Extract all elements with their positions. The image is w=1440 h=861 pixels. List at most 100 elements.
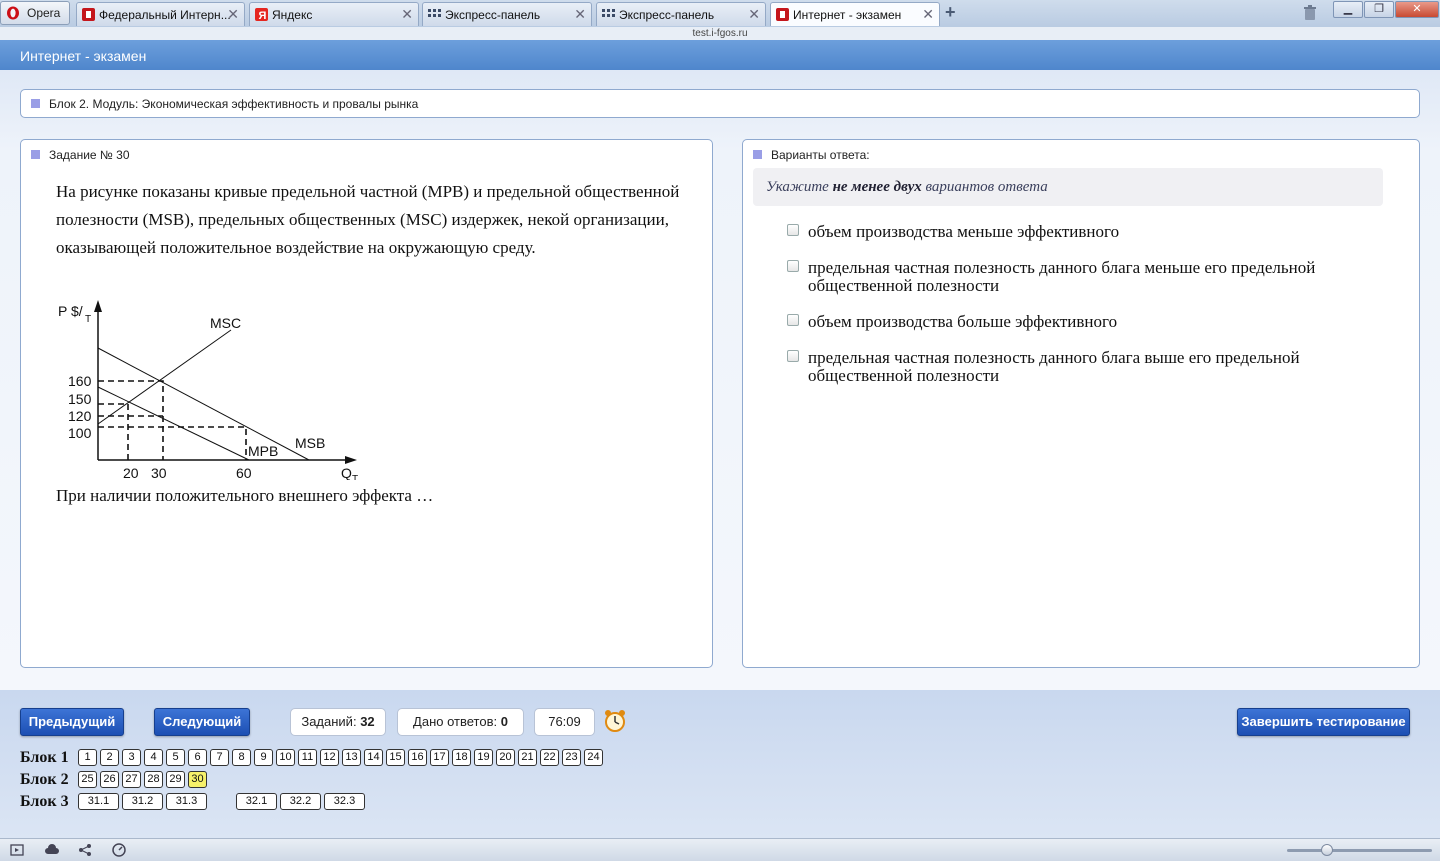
tab-fgos[interactable]: Федеральный Интерн... ✕ <box>76 2 245 26</box>
question-nav-button[interactable]: 17 <box>430 749 449 766</box>
timer: 76:09 <box>534 708 595 736</box>
question-nav-button[interactable]: 18 <box>452 749 471 766</box>
question-nav-button[interactable]: 29 <box>166 771 185 788</box>
close-window-button[interactable]: ✕ <box>1395 1 1439 18</box>
panel-toggle-icon[interactable] <box>10 843 24 857</box>
answered-count: Дано ответов: 0 <box>397 708 524 736</box>
task-label: Задание № 30 <box>31 148 130 162</box>
answers-panel: Варианты ответа: Укажите не менее двух в… <box>742 139 1420 668</box>
answer-option-text[interactable]: объем производства больше эффективного <box>808 313 1368 331</box>
question-nav-button[interactable]: 21 <box>518 749 537 766</box>
question-nav-button[interactable]: 20 <box>496 749 515 766</box>
cloud-icon[interactable] <box>44 843 60 857</box>
tab-yandex[interactable]: Я Яндекс ✕ <box>249 2 419 26</box>
tab-label: Экспресс-панель <box>445 8 541 22</box>
question-nav-button[interactable]: 7 <box>210 749 229 766</box>
page-header: Интернет - экзамен <box>0 40 1440 70</box>
answer-checkbox[interactable] <box>787 224 799 236</box>
question-nav-button[interactable]: 22 <box>540 749 559 766</box>
prev-button[interactable]: Предыдущий <box>20 708 124 736</box>
question-nav-button[interactable]: 32.2 <box>280 793 321 810</box>
close-icon[interactable]: ✕ <box>401 6 413 23</box>
yandex-icon: Я <box>255 8 268 21</box>
svg-text:Я: Я <box>259 10 267 21</box>
bullet-square-icon <box>31 99 40 108</box>
bullet-square-icon <box>753 150 762 159</box>
question-nav-button[interactable]: 2 <box>100 749 119 766</box>
task-panel: Задание № 30 На рисунке показаны кривые … <box>20 139 713 668</box>
bullet-square-icon <box>31 150 40 159</box>
close-icon[interactable]: ✕ <box>227 6 239 23</box>
question-nav-button[interactable]: 31.2 <box>122 793 163 810</box>
question-nav-button[interactable]: 3 <box>122 749 141 766</box>
question-nav-button[interactable]: 4 <box>144 749 163 766</box>
question-nav-button[interactable]: 14 <box>364 749 383 766</box>
block-2-label: Блок 2 <box>20 771 69 788</box>
fgos-icon <box>776 8 789 21</box>
question-nav-button[interactable]: 31.3 <box>166 793 207 810</box>
question-nav-button[interactable]: 23 <box>562 749 581 766</box>
close-icon[interactable]: ✕ <box>748 6 760 23</box>
question-nav-button[interactable]: 24 <box>584 749 603 766</box>
answer-option-text[interactable]: предельная частная полезность данного бл… <box>808 259 1368 295</box>
fgos-icon <box>82 8 95 21</box>
opera-menu-button[interactable]: Opera <box>0 1 70 25</box>
question-nav-button[interactable]: 19 <box>474 749 493 766</box>
question-nav-button[interactable]: 13 <box>342 749 361 766</box>
question-nav-button[interactable]: 1 <box>78 749 97 766</box>
question-nav-button[interactable]: 8 <box>232 749 251 766</box>
answer-option-text[interactable]: объем производства меньше эффективного <box>808 223 1368 241</box>
block-title: Блок 2. Модуль: Экономическая эффективно… <box>31 97 418 111</box>
question-nav-button[interactable]: 32.3 <box>324 793 365 810</box>
question-nav-button[interactable]: 16 <box>408 749 427 766</box>
question-nav-button[interactable]: 32.1 <box>236 793 277 810</box>
question-nav-button[interactable]: 31.1 <box>78 793 119 810</box>
tab-internet-exam[interactable]: Интернет - экзамен ✕ <box>770 2 940 26</box>
speed-dial-icon[interactable] <box>112 843 126 857</box>
answer-checkbox[interactable] <box>787 350 799 362</box>
tab-label: Яндекс <box>272 8 313 22</box>
share-icon[interactable] <box>78 843 92 857</box>
close-icon[interactable]: ✕ <box>922 6 934 23</box>
question-nav-button[interactable]: 27 <box>122 771 141 788</box>
url-display[interactable]: test.i-fgos.ru <box>0 27 1440 40</box>
question-nav-button[interactable]: 30 <box>188 771 207 788</box>
question-nav-button[interactable]: 6 <box>188 749 207 766</box>
task-text: На рисунке показаны кривые предельной ча… <box>56 182 680 257</box>
zoom-slider-handle[interactable] <box>1321 844 1333 856</box>
question-nav-button[interactable]: 10 <box>276 749 295 766</box>
restore-button[interactable]: ❐ <box>1364 1 1394 18</box>
question-nav-button[interactable]: 26 <box>100 771 119 788</box>
browser-status-bar <box>0 838 1440 861</box>
question-nav-button[interactable]: 5 <box>166 749 185 766</box>
opera-logo-icon <box>7 6 19 20</box>
y-axis-sub: T <box>85 314 91 325</box>
question-nav-button[interactable]: 25 <box>78 771 97 788</box>
page-title: Интернет - экзамен <box>20 48 147 64</box>
economics-graph: P $/ T Q T 160 150 120 100 20 30 60 MSC … <box>58 300 358 480</box>
answer-checkbox[interactable] <box>787 260 799 272</box>
footer-navigation: Предыдущий Следующий Заданий: 32 Дано от… <box>0 690 1440 838</box>
answer-option-text[interactable]: предельная частная полезность данного бл… <box>808 349 1368 385</box>
trash-icon[interactable] <box>1302 5 1318 21</box>
question-nav-button[interactable]: 15 <box>386 749 405 766</box>
close-icon[interactable]: ✕ <box>574 6 586 23</box>
zoom-slider-track[interactable] <box>1287 849 1432 852</box>
tab-express-panel-2[interactable]: Экспресс-панель ✕ <box>596 2 766 26</box>
question-nav-button[interactable]: 28 <box>144 771 163 788</box>
grid-icon <box>428 9 441 17</box>
opera-menu-label: Opera <box>27 6 61 20</box>
minimize-button[interactable]: ▁ <box>1333 1 1363 18</box>
new-tab-button[interactable]: + <box>945 2 956 23</box>
answer-checkbox[interactable] <box>787 314 799 326</box>
next-button[interactable]: Следующий <box>154 708 250 736</box>
question-nav-button[interactable]: 11 <box>298 749 317 766</box>
y-tick-150: 150 <box>68 391 92 407</box>
finish-test-button[interactable]: Завершить тестирование <box>1237 708 1410 736</box>
label-msc: MSC <box>210 315 241 331</box>
tab-express-panel-1[interactable]: Экспресс-панель ✕ <box>422 2 592 26</box>
question-nav-button[interactable]: 9 <box>254 749 273 766</box>
block-1-label: Блок 1 <box>20 749 69 766</box>
block-3-label: Блок 3 <box>20 793 69 810</box>
question-nav-button[interactable]: 12 <box>320 749 339 766</box>
